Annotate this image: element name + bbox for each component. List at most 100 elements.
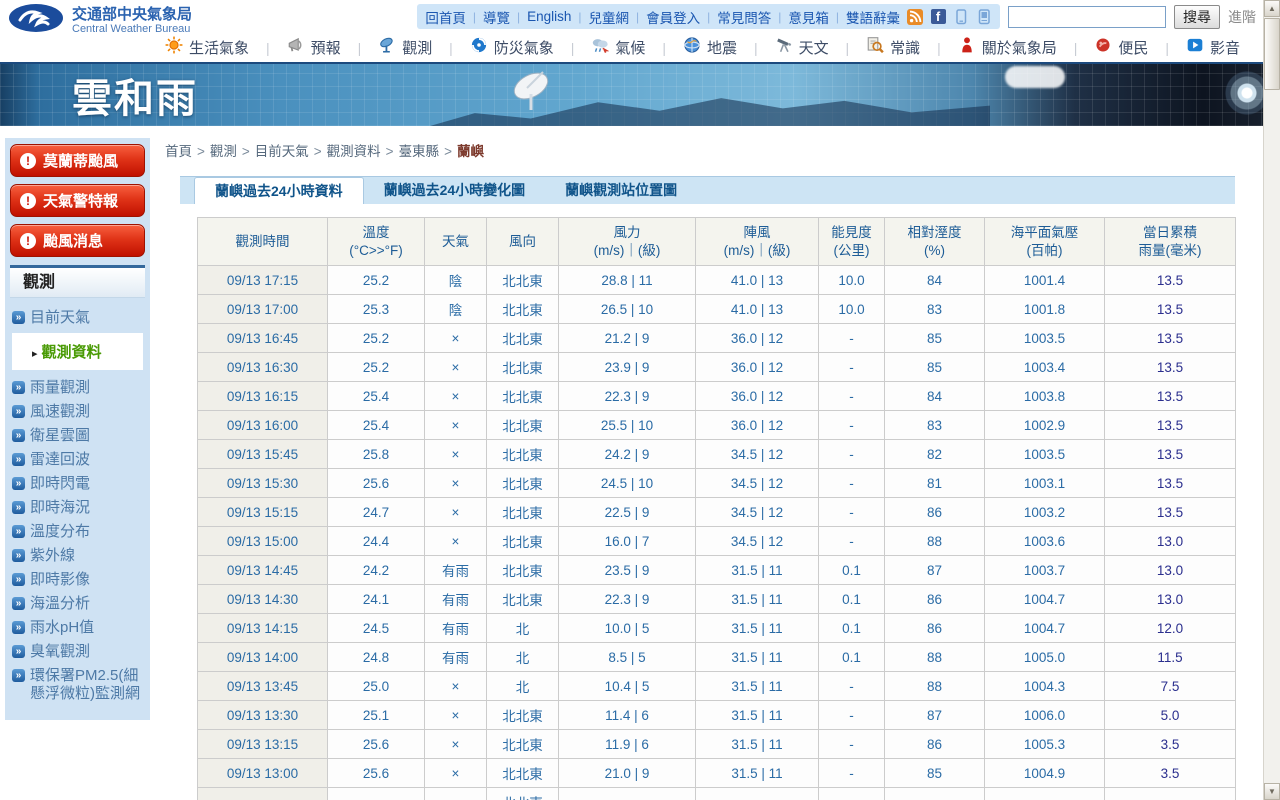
sun-icon xyxy=(165,36,183,59)
cell-temp: 25.0 xyxy=(328,672,425,701)
logo[interactable]: 交通部中央氣象局 Central Weather Bureau xyxy=(8,3,192,38)
search-button[interactable]: 搜尋 xyxy=(1174,5,1220,29)
sidebar-item-即時閃電[interactable]: 即時閃電 xyxy=(12,472,143,496)
top-link[interactable]: 兒童網 xyxy=(589,7,630,27)
magnifier-icon xyxy=(866,36,884,59)
nav-item-觀測[interactable]: 觀測 xyxy=(378,36,432,59)
rss-icon[interactable] xyxy=(907,9,923,25)
cell-gust: 31.5 | 11 xyxy=(696,614,819,643)
breadcrumb-item[interactable]: 首頁 xyxy=(165,144,192,159)
cell-rain: 7.5 xyxy=(1105,672,1236,701)
breadcrumb: 首頁 觀測 目前天氣 觀測資料 臺東縣 蘭嶼 xyxy=(165,140,1258,160)
column-header-temp: 溫度(°C>>°F) xyxy=(328,218,425,266)
rain-icon xyxy=(591,36,609,59)
nav-item-氣候[interactable]: 氣候 xyxy=(591,36,645,59)
mobile-icon[interactable] xyxy=(953,9,969,25)
sidebar-item-即時影像[interactable]: 即時影像 xyxy=(12,568,143,592)
table-row: 09/13 15:0024.4×北北東16.0 | 734.5 | 12-881… xyxy=(198,527,1236,556)
table-row: 09/13 15:3025.6×北北東24.5 | 1034.5 | 12-81… xyxy=(198,469,1236,498)
top-link[interactable]: 常見問答 xyxy=(717,7,771,27)
sidebar-item-label: 即時影像 xyxy=(30,571,90,589)
sidebar-item-目前天氣[interactable]: 目前天氣 xyxy=(12,306,143,330)
cell-gust: 34.5 | 12 xyxy=(696,440,819,469)
top-link[interactable]: English xyxy=(527,9,571,24)
breadcrumb-item[interactable]: 觀測 xyxy=(210,144,237,159)
top-link[interactable]: 意見箱 xyxy=(788,7,829,27)
nav-item-預報[interactable]: 預報 xyxy=(287,36,341,59)
nav-item-label: 防災氣象 xyxy=(494,37,554,58)
breadcrumb-item[interactable]: 蘭嶼 xyxy=(457,144,484,159)
cell-visibility: 0.1 xyxy=(819,643,885,672)
scrollbar-thumb[interactable] xyxy=(1264,18,1280,90)
cell-time: 09/13 13:15 xyxy=(198,730,328,759)
nav-separator xyxy=(266,40,270,56)
cell-wind: 22.3 | 9 xyxy=(559,382,696,411)
breadcrumb-separator xyxy=(242,144,250,159)
nav-item-天文[interactable]: 天文 xyxy=(775,36,829,59)
cell-gust: 34.5 | 12 xyxy=(696,498,819,527)
sidebar-item-label: 溫度分布 xyxy=(30,523,90,541)
column-header-wind_dir: 風向 xyxy=(487,218,559,266)
cell-rain: 3.5 xyxy=(1105,759,1236,788)
cell-wind_dir: 北北東 xyxy=(487,440,559,469)
cell-weather: 陰 xyxy=(425,266,487,295)
main-column: 首頁 觀測 目前天氣 觀測資料 臺東縣 蘭嶼 蘭嶼過去24小時資料蘭嶼過去24小時變化圖蘭… xyxy=(150,138,1258,800)
sidebar-item-紫外線[interactable]: 紫外線 xyxy=(12,544,143,568)
vertical-scrollbar[interactable] xyxy=(1263,0,1280,800)
play-icon xyxy=(1186,36,1204,59)
tab-蘭嶼觀測站位置圖[interactable]: 蘭嶼觀測站位置圖 xyxy=(545,177,697,204)
sidebar-item-臭氧觀測[interactable]: 臭氧觀測 xyxy=(12,640,143,664)
cell-gust: 31.5 | 11 xyxy=(696,585,819,614)
alert-button-颱風消息[interactable]: 颱風消息 xyxy=(10,224,145,257)
sidebar-item-雨水pH值[interactable]: 雨水pH值 xyxy=(12,616,143,640)
sidebar-subitem-觀測資料[interactable]: 觀測資料 xyxy=(32,341,139,362)
cell-time: 09/13 13:45 xyxy=(198,672,328,701)
tab-蘭嶼過去24小時資料[interactable]: 蘭嶼過去24小時資料 xyxy=(194,177,364,204)
sidebar-item-風速觀測[interactable]: 風速觀測 xyxy=(12,400,143,424)
sidebar-item-雷達回波[interactable]: 雷達回波 xyxy=(12,448,143,472)
sidebar-item-衛星雲圖[interactable]: 衛星雲圖 xyxy=(12,424,143,448)
sidebar-item-海溫分析[interactable]: 海溫分析 xyxy=(12,592,143,616)
alert-button-label: 天氣警特報 xyxy=(43,190,118,211)
table-row: 09/13 16:1525.4×北北東22.3 | 936.0 | 12-841… xyxy=(198,382,1236,411)
cell-visibility: 10.0 xyxy=(819,266,885,295)
cell-wind: 11.9 | 6 xyxy=(559,730,696,759)
sidebar-item-環保署PM2.5(細懸浮微粒)監測網[interactable]: 環保署PM2.5(細懸浮微粒)監測網 xyxy=(12,664,143,706)
top-link[interactable]: 會員登入 xyxy=(646,7,700,27)
tab-蘭嶼過去24小時變化圖[interactable]: 蘭嶼過去24小時變化圖 xyxy=(364,177,546,204)
site-title: 交通部中央氣象局 xyxy=(72,6,192,23)
column-header-line1: 風向 xyxy=(487,233,558,251)
cell-rain: 13.5 xyxy=(1105,353,1236,382)
pda-icon[interactable] xyxy=(976,9,992,25)
scroll-down-button[interactable] xyxy=(1264,783,1280,800)
breadcrumb-item[interactable]: 觀測資料 xyxy=(327,144,381,159)
advanced-search-link[interactable]: 進階 xyxy=(1228,7,1256,27)
cell-wind: 24.2 | 9 xyxy=(559,440,696,469)
top-link[interactable]: 導覽 xyxy=(483,7,510,27)
nav-item-防災氣象[interactable]: 防災氣象 xyxy=(470,36,554,59)
nav-item-關於氣象局[interactable]: 關於氣象局 xyxy=(958,36,1057,59)
table-row: 09/13 14:0024.8有雨北8.5 | 531.5 | 110.1881… xyxy=(198,643,1236,672)
sidebar-item-即時海況[interactable]: 即時海況 xyxy=(12,496,143,520)
cell-pressure: 1003.7 xyxy=(985,556,1105,585)
nav-item-地震[interactable]: 地震 xyxy=(683,36,737,59)
facebook-icon[interactable] xyxy=(930,9,946,25)
nav-item-生活氣象[interactable]: 生活氣象 xyxy=(165,36,249,59)
top-link[interactable]: 回首頁 xyxy=(425,7,466,27)
nav-item-便民[interactable]: 便民 xyxy=(1094,36,1148,59)
cell-wind: 22.5 | 9 xyxy=(559,498,696,527)
column-header-line1: 當日累積 xyxy=(1105,224,1235,242)
sidebar-item-溫度分布[interactable]: 溫度分布 xyxy=(12,520,143,544)
scroll-up-button[interactable] xyxy=(1264,0,1280,17)
top-link[interactable]: 雙語辭彙 xyxy=(846,7,900,27)
search-input[interactable] xyxy=(1008,6,1166,28)
nav-item-常識[interactable]: 常識 xyxy=(866,36,920,59)
sidebar-item-雨量觀測[interactable]: 雨量觀測 xyxy=(12,376,143,400)
breadcrumb-item[interactable]: 目前天氣 xyxy=(255,144,309,159)
column-header-line1: 天氣 xyxy=(425,233,486,251)
alert-button-莫蘭蒂颱風[interactable]: 莫蘭蒂颱風 xyxy=(10,144,145,177)
breadcrumb-item[interactable]: 臺東縣 xyxy=(399,144,440,159)
nav-item-影音[interactable]: 影音 xyxy=(1186,36,1240,59)
top-link-separator xyxy=(473,10,476,24)
alert-button-天氣警特報[interactable]: 天氣警特報 xyxy=(10,184,145,217)
